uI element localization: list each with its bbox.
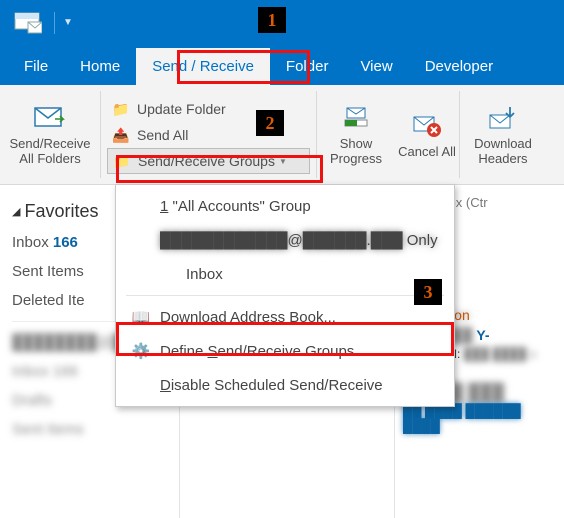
address-book-icon: 📖 <box>128 308 154 326</box>
inbox-label: Inbox <box>12 234 49 251</box>
tab-send-receive[interactable]: Send / Receive <box>136 48 270 85</box>
tab-developer[interactable]: Developer <box>409 48 509 85</box>
reading-highlight: Y- <box>476 327 489 343</box>
menu-account-only[interactable]: ████████████@██████.███ Only <box>116 223 454 257</box>
cancel-all-label: Cancel All <box>398 144 456 159</box>
cancel-icon <box>410 112 444 140</box>
ribbon-tabs: File Home Send / Receive Folder View Dev… <box>0 45 564 85</box>
download-headers-button[interactable]: Download Headers <box>460 85 546 185</box>
show-progress-button[interactable]: Show Progress <box>317 85 395 185</box>
folder-refresh-icon: 📁 <box>111 100 131 118</box>
reading-subject: ██ ████ ██████ ████ <box>403 403 556 433</box>
send-receive-all-label: Send/Receive All Folders <box>2 136 98 166</box>
dropdown-arrow-icon: ▼ <box>279 157 287 166</box>
inbox-count: 166 <box>53 234 78 251</box>
menu-define-groups[interactable]: ⚙️ Define Send/Receive Groups... <box>116 334 454 368</box>
menu-download-address-book[interactable]: 📖 Download Address Book... <box>116 300 454 334</box>
send-receive-groups-label: Send/Receive Groups <box>138 153 275 169</box>
menu-all-accounts-group[interactable]: 1 "All Accounts" Group <box>116 189 454 223</box>
menu-account-label: ████████████@██████.███ Only <box>160 232 438 249</box>
gear-groups-icon: ⚙️ <box>128 342 154 360</box>
qat-dropdown-icon[interactable]: ▼ <box>63 17 73 28</box>
send-receive-groups-button[interactable]: 📁 Send/Receive Groups ▼ <box>107 148 310 174</box>
send-all-label: Send All <box>137 127 188 143</box>
send-receive-qat-icon[interactable] <box>10 9 46 37</box>
folder-group-icon: 📁 <box>112 152 132 170</box>
tab-view[interactable]: View <box>344 48 408 85</box>
favorites-label: Favorites <box>24 201 98 222</box>
send-receive-all-folders-button[interactable]: Send/Receive All Folders <box>0 85 100 185</box>
download-headers-label: Download Headers <box>462 136 544 166</box>
annotation-3: 3 <box>414 279 442 305</box>
send-receive-icon <box>33 104 67 132</box>
menu-inbox-label: Inbox <box>186 266 223 283</box>
show-progress-label: Show Progress <box>319 136 393 166</box>
cancel-all-button[interactable]: Cancel All <box>395 85 459 185</box>
progress-icon <box>339 104 373 132</box>
menu-inbox[interactable]: Inbox <box>142 257 454 291</box>
collapse-icon: ◢ <box>12 205 20 218</box>
qat-separator <box>54 12 55 34</box>
tab-home[interactable]: Home <box>64 48 136 85</box>
send-receive-groups-menu: 1 "All Accounts" Group ████████████@████… <box>115 184 455 407</box>
download-icon <box>486 104 520 132</box>
caution-blur: ███ ████ o <box>464 347 537 361</box>
tab-file[interactable]: File <box>8 48 64 85</box>
folder-blur[interactable]: Sent Items <box>12 421 179 438</box>
annotation-1: 1 <box>258 7 286 33</box>
menu-separator <box>126 295 444 296</box>
menu-disable-scheduled[interactable]: Disable Scheduled Send/Receive <box>116 368 454 402</box>
send-icon: 📤 <box>111 126 131 144</box>
update-folder-label: Update Folder <box>137 101 226 117</box>
annotation-2: 2 <box>256 110 284 136</box>
tab-folder[interactable]: Folder <box>270 48 345 85</box>
